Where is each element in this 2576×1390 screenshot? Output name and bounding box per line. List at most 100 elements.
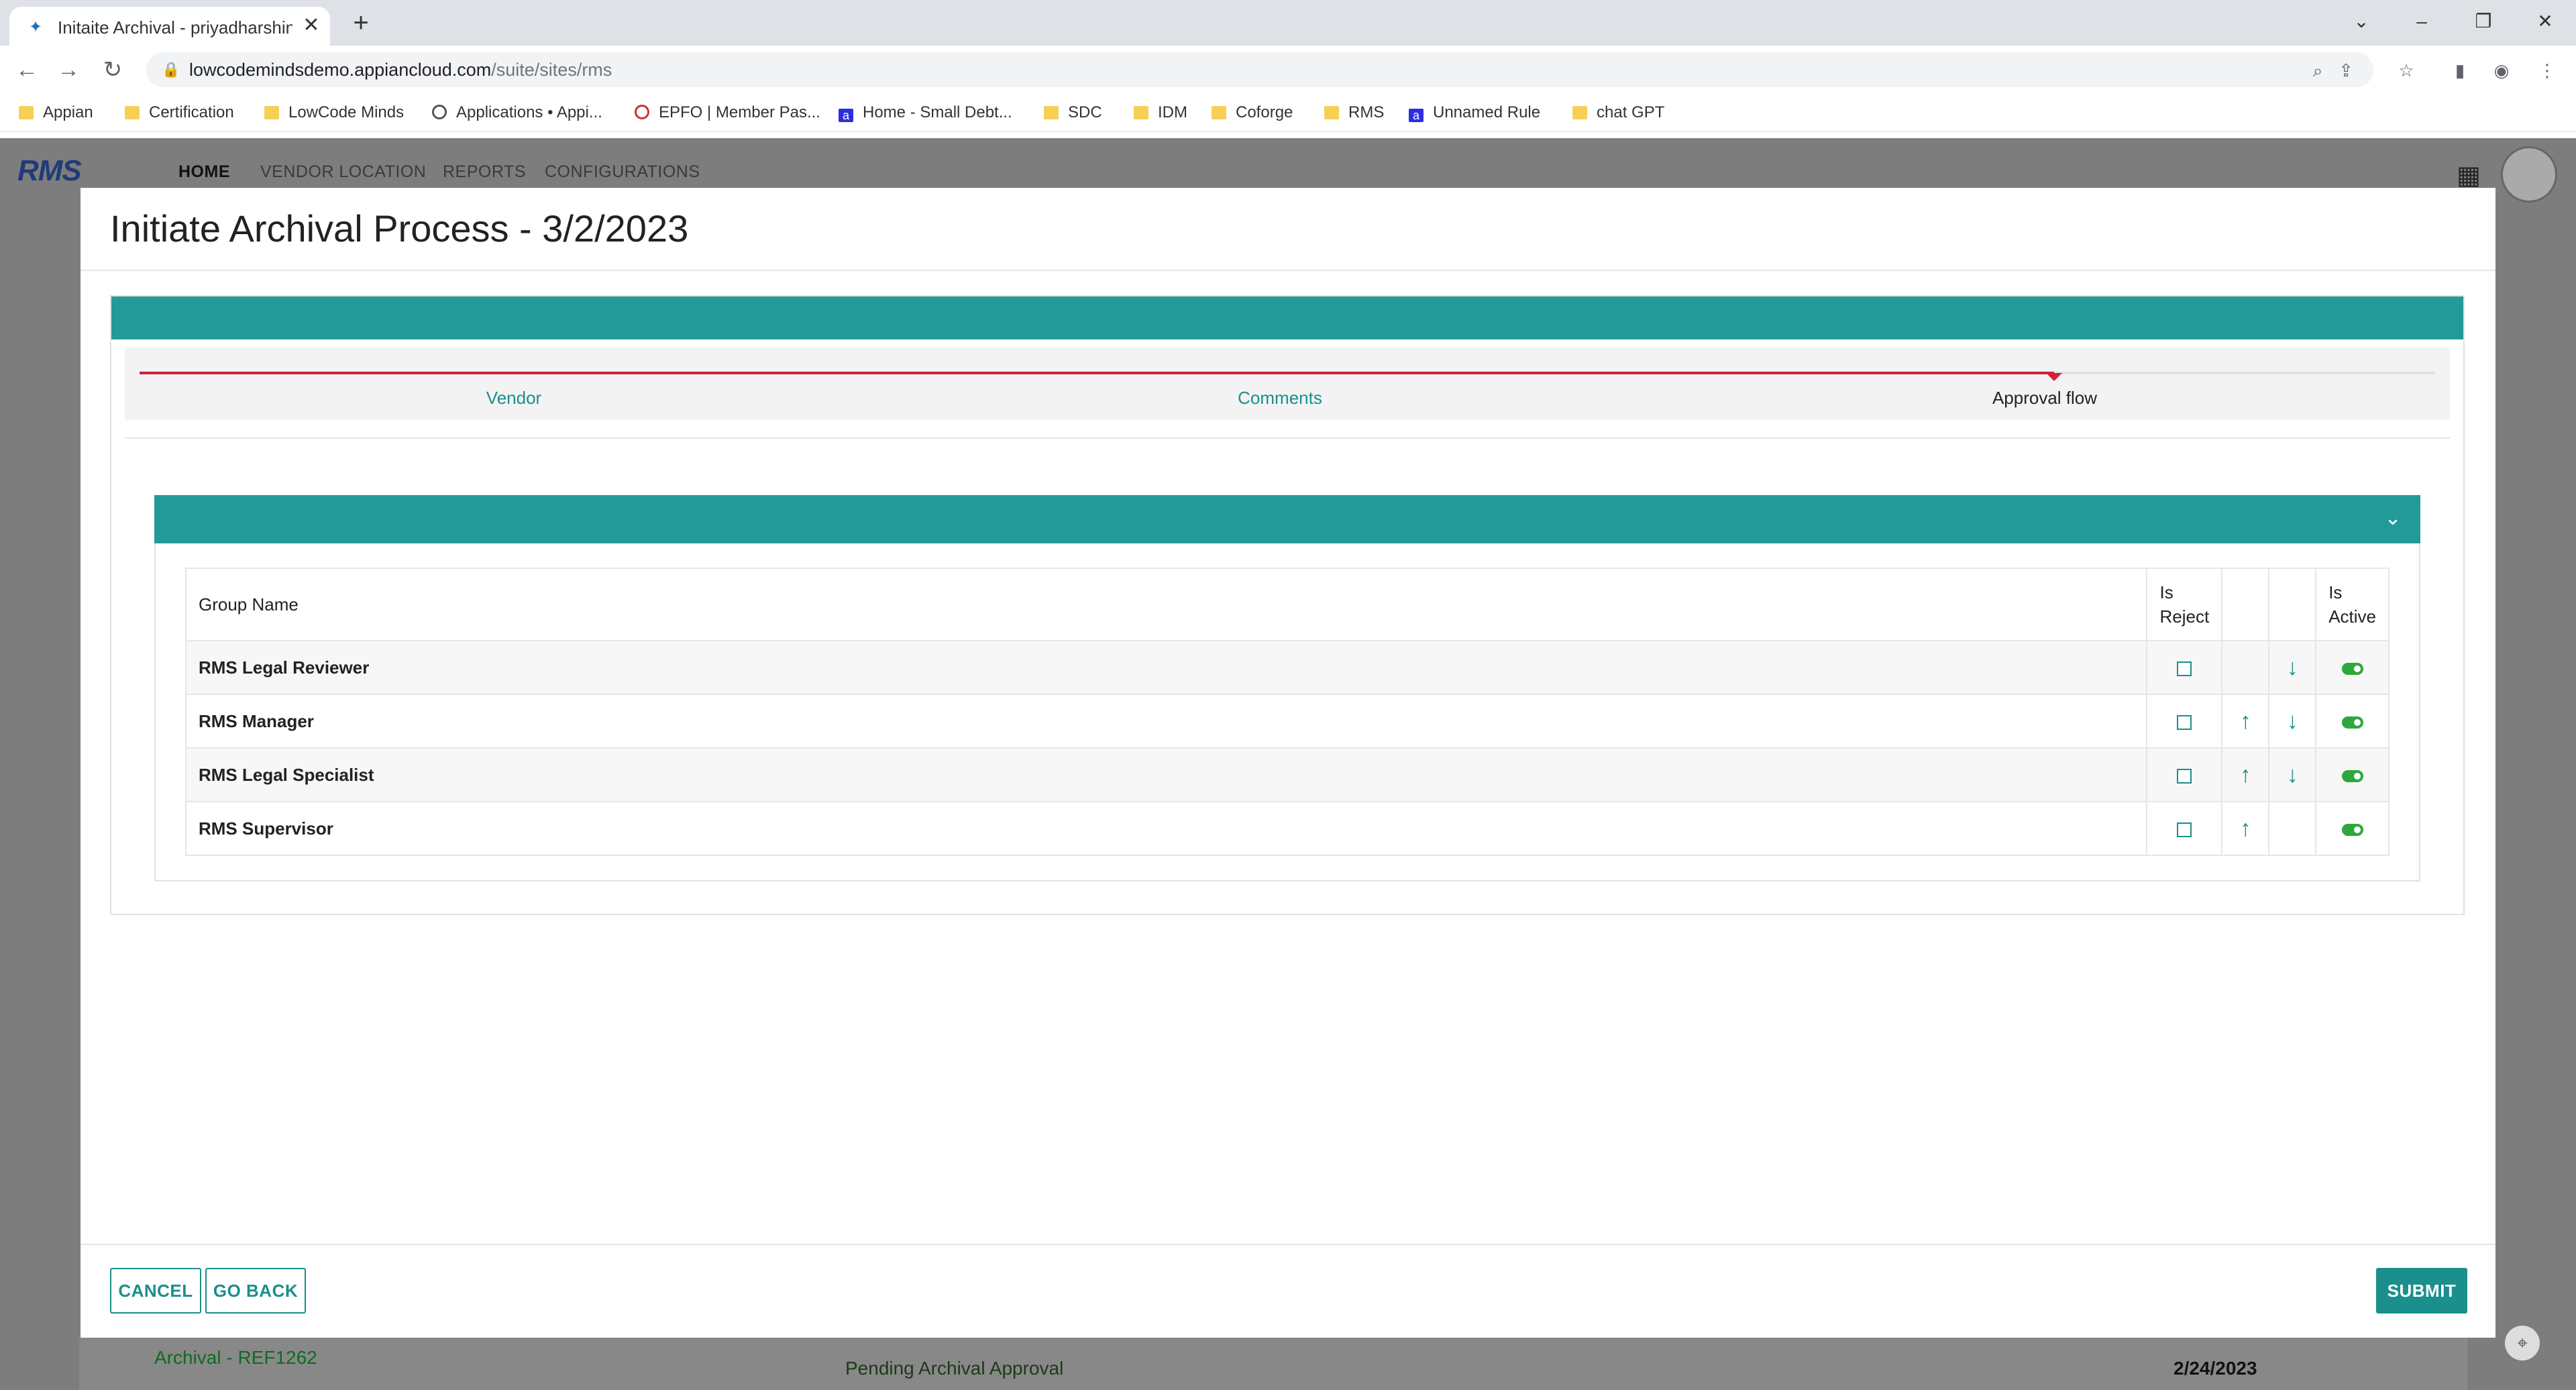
bookmark-label: LowCode Minds: [288, 103, 405, 121]
submit-button[interactable]: SUBMIT: [2376, 1268, 2467, 1314]
is-active-cell: [2315, 640, 2390, 695]
folder-icon: [1134, 106, 1148, 119]
table-row: RMS Manager ↑ ↓: [184, 694, 2390, 749]
is-active-cell: [2315, 801, 2390, 856]
tab-title: Initaite Archival - priyadharshini.: [58, 17, 292, 38]
step-comments[interactable]: Comments: [1179, 388, 1381, 409]
group-name-cell: RMS Supervisor: [184, 801, 2148, 856]
bookmark-label: EPFO | Member Pas...: [659, 103, 820, 121]
move-down-cell: ↓: [2268, 694, 2317, 749]
title-divider: [80, 270, 2496, 271]
chevron-down-icon[interactable]: ⌄: [2381, 507, 2404, 530]
folder-icon: [1324, 106, 1339, 119]
browser-tab[interactable]: ✦ Initaite Archival - priyadharshini. ✕: [9, 7, 330, 46]
bookmark-item[interactable]: chat GPT: [1572, 102, 1664, 123]
header-is-active: Is Active: [2315, 568, 2390, 641]
arrow-down-icon[interactable]: ↓: [2287, 710, 2298, 733]
background-record-row: Archival - REF1262 Pending Archival Appr…: [79, 1338, 2467, 1390]
bookmark-item[interactable]: Coforge: [1212, 102, 1293, 123]
browser-menu-icon[interactable]: ⋮: [2536, 59, 2559, 82]
bookmark-item[interactable]: RMS: [1324, 102, 1384, 123]
milestone-stepper: Vendor Comments Approval flow: [125, 348, 2450, 420]
bookmark-item[interactable]: Applications • Appi...: [432, 102, 602, 123]
bookmark-label: IDM: [1158, 103, 1187, 121]
back-icon[interactable]: ←: [13, 56, 40, 83]
bookmark-label: RMS: [1348, 103, 1385, 121]
bookmarks-bar: Appian Certification LowCode Minds Applicat…: [0, 94, 2576, 132]
zoom-icon[interactable]: ⌕: [2306, 59, 2329, 82]
bookmark-item[interactable]: Appian: [19, 102, 93, 123]
bookmark-label: Unnamed Rule: [1433, 103, 1541, 121]
appian-icon: a: [839, 109, 853, 122]
is-reject-checkbox[interactable]: [2177, 822, 2192, 837]
step-vendor[interactable]: Vendor: [413, 388, 614, 409]
minimize-icon[interactable]: –: [2406, 8, 2438, 35]
rms-logo[interactable]: RMS: [17, 154, 82, 188]
lock-icon: 🔒: [162, 61, 180, 78]
close-tab-icon[interactable]: ✕: [301, 15, 322, 36]
arrow-down-icon[interactable]: ↓: [2287, 763, 2298, 786]
reload-icon[interactable]: ↻: [99, 56, 126, 83]
is-active-cell: [2315, 747, 2390, 802]
is-reject-cell: [2146, 747, 2223, 802]
bookmark-item[interactable]: Certification: [125, 102, 234, 123]
apps-grid-icon[interactable]: ▦: [2455, 162, 2482, 189]
header-move-down: [2268, 568, 2317, 641]
folder-icon: [1572, 106, 1587, 119]
go-back-button[interactable]: GO BACK: [205, 1268, 306, 1314]
tab-search-icon[interactable]: ⌄: [2345, 8, 2377, 35]
cancel-button[interactable]: CANCEL: [110, 1268, 201, 1314]
table-row: RMS Supervisor ↑: [184, 801, 2390, 856]
is-reject-checkbox[interactable]: [2177, 768, 2192, 784]
arrow-up-icon[interactable]: ↑: [2240, 817, 2251, 840]
bookmark-label: Appian: [43, 103, 93, 121]
bookmark-item[interactable]: EPFO | Member Pas...: [635, 102, 820, 123]
grid-header-row: Group Name Is Reject Is Active: [184, 568, 2390, 641]
arrow-down-icon[interactable]: ↓: [2287, 656, 2298, 679]
form-header-bar: [111, 297, 2463, 339]
nav-reports[interactable]: REPORTS: [443, 162, 526, 182]
toggle-on-icon[interactable]: [2341, 769, 2363, 782]
nav-home[interactable]: HOME: [178, 162, 230, 182]
toggle-on-icon[interactable]: [2341, 662, 2363, 675]
browser-tab-bar: ✦ Initaite Archival - priyadharshini. ✕ …: [0, 0, 2576, 46]
side-panel-icon[interactable]: ▮: [2449, 59, 2471, 82]
bookmark-label: Coforge: [1236, 103, 1293, 121]
move-down-cell: [2268, 801, 2317, 856]
url-input[interactable]: 🔒 lowcodemindsdemo.appiancloud.com/suite…: [146, 52, 2373, 87]
bookmark-item[interactable]: SDC: [1044, 102, 1102, 123]
bookmark-item[interactable]: a Home - Small Debt...: [839, 102, 1012, 123]
section-header-bar[interactable]: ⌄: [154, 495, 2420, 543]
toggle-on-icon[interactable]: [2341, 716, 2363, 729]
restore-icon[interactable]: ❐: [2467, 8, 2500, 35]
bookmark-item[interactable]: a Unnamed Rule: [1409, 102, 1540, 123]
feedback-icon[interactable]: ⌖: [2505, 1326, 2540, 1360]
arrow-up-icon[interactable]: ↑: [2240, 710, 2251, 733]
is-reject-checkbox[interactable]: [2177, 714, 2192, 730]
move-down-cell: ↓: [2268, 640, 2317, 695]
is-reject-checkbox[interactable]: [2177, 661, 2192, 676]
avatar[interactable]: [2501, 146, 2557, 203]
is-active-cell: [2315, 694, 2390, 749]
close-window-icon[interactable]: ✕: [2529, 8, 2561, 35]
bookmark-label: Certification: [149, 103, 234, 121]
new-tab-button[interactable]: +: [347, 9, 374, 36]
move-down-cell: ↓: [2268, 747, 2317, 802]
bookmark-item[interactable]: LowCode Minds: [264, 102, 404, 123]
due-date: 2/24/2023: [2174, 1358, 2257, 1379]
nav-configurations[interactable]: CONFIGURATIONS: [545, 162, 700, 182]
forward-icon[interactable]: →: [55, 56, 82, 83]
bookmark-item[interactable]: IDM: [1134, 102, 1187, 123]
arrow-up-icon[interactable]: ↑: [2240, 763, 2251, 786]
bookmark-star-icon[interactable]: ☆: [2395, 59, 2418, 82]
nav-vendor-location[interactable]: VENDOR LOCATION: [260, 162, 426, 182]
folder-icon: [1212, 106, 1226, 119]
profile-icon[interactable]: ◉: [2490, 59, 2513, 82]
record-link[interactable]: Archival - REF1262: [154, 1347, 317, 1369]
stepper-divider: [125, 437, 2450, 439]
table-row: RMS Legal Reviewer ↓: [184, 640, 2390, 695]
bookmark-label: SDC: [1068, 103, 1102, 121]
stepper-progress: [140, 372, 2054, 374]
share-icon[interactable]: ⇪: [2334, 59, 2357, 82]
toggle-on-icon[interactable]: [2341, 823, 2363, 836]
